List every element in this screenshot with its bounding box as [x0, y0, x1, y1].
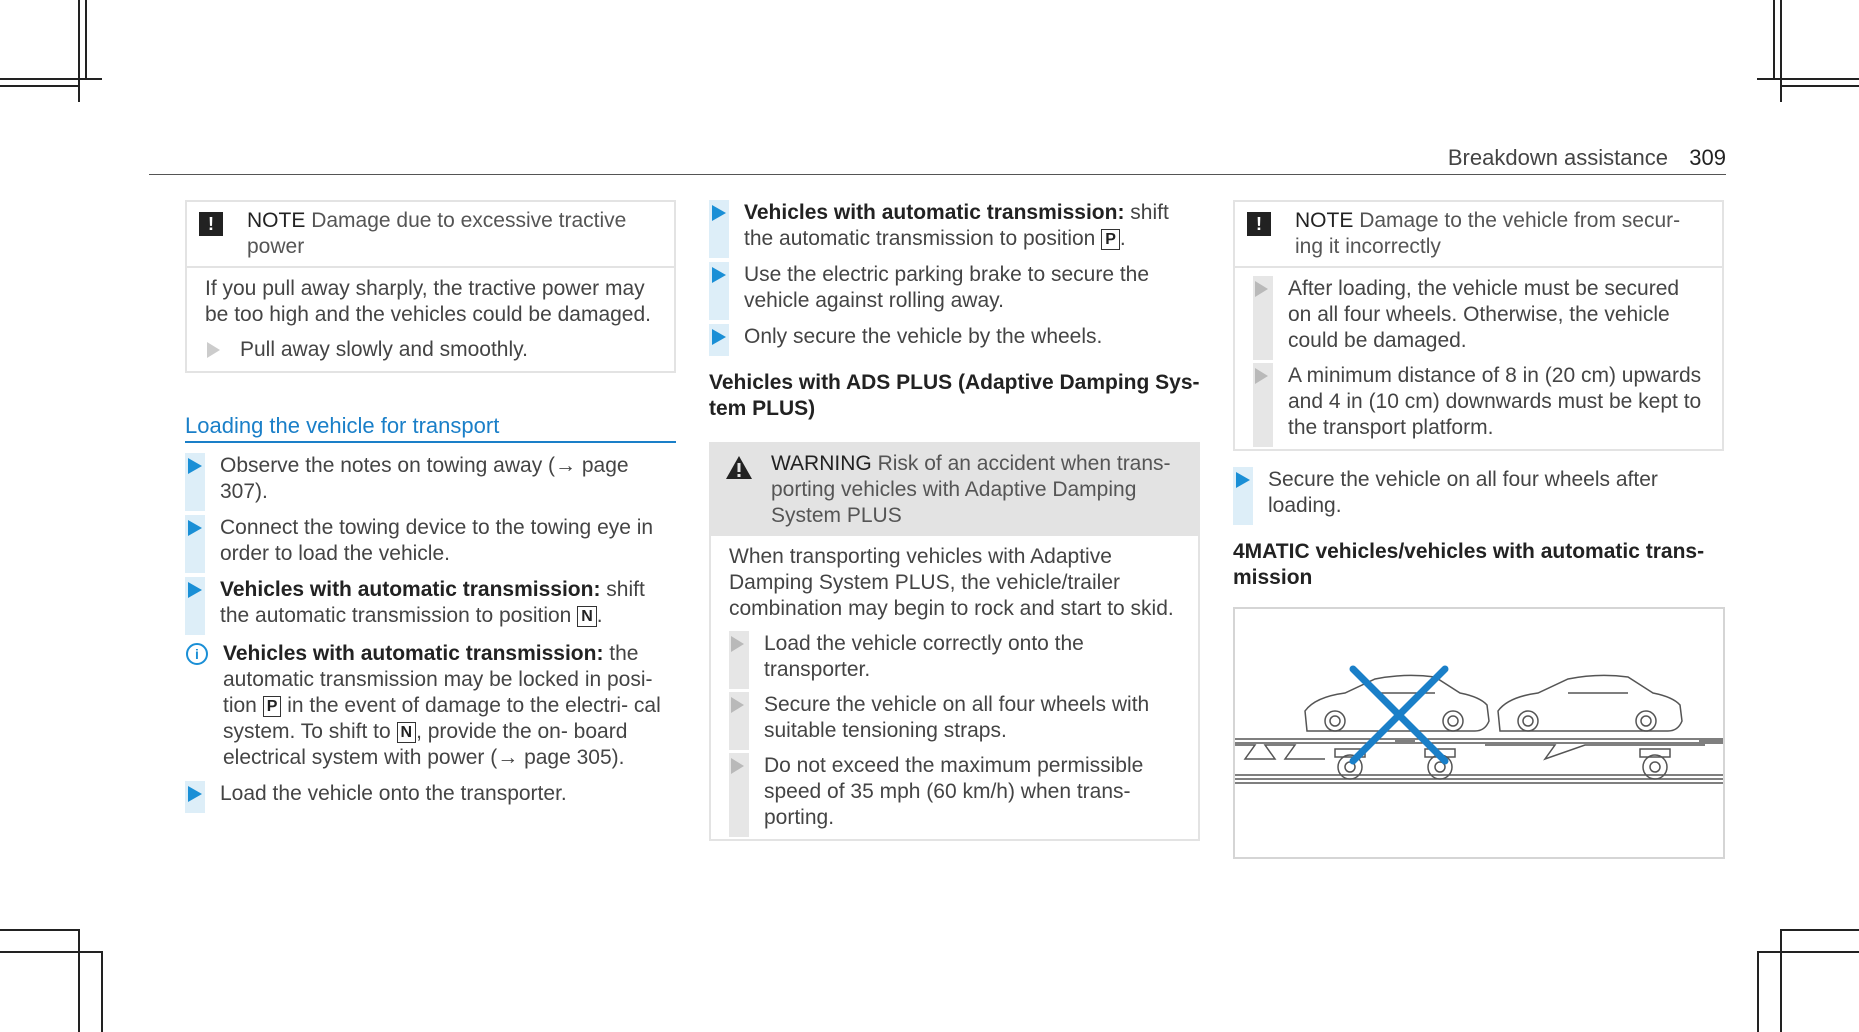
- step-bold: Vehicles with automatic transmission:: [220, 578, 601, 601]
- crop-mark: [101, 951, 103, 1032]
- crop-mark: [1780, 929, 1859, 931]
- crop-mark: [85, 0, 87, 80]
- note-header: ! NOTE Damage to the vehicle from secur-…: [1235, 202, 1722, 268]
- gear-p-key: P: [262, 696, 282, 717]
- instruction-step: Vehicles with automatic transmission: sh…: [709, 200, 1200, 258]
- warning-step: Secure the vehicle on all four wheels wi…: [729, 692, 1180, 750]
- crop-mark: [0, 78, 102, 80]
- instruction-step: Only secure the vehicle by the wheels.: [709, 324, 1200, 356]
- note-box: ! NOTE Damage to the vehicle from secur-…: [1233, 200, 1724, 451]
- step-arrow-icon: [188, 786, 202, 802]
- crop-mark: [0, 951, 102, 953]
- step-text: Secure the vehicle on all four wheels af…: [1268, 468, 1658, 517]
- step-text: Observe the notes on towing away (→ page…: [220, 454, 629, 503]
- warning-text: When transporting vehicles with Adaptive…: [729, 545, 1174, 620]
- note-step-text: After loading, the vehicle must be secur…: [1288, 277, 1680, 352]
- step-arrow-icon: [731, 636, 744, 652]
- note-step: Pull away slowly and smoothly.: [205, 337, 656, 363]
- note-label: NOTE: [247, 209, 306, 232]
- cross-mark-icon: [1349, 665, 1449, 765]
- step-arrow-icon: [207, 342, 220, 358]
- instruction-step: Secure the vehicle on all four wheels af…: [1233, 467, 1724, 525]
- instruction-step: Load the vehicle onto the transporter.: [185, 781, 676, 813]
- instruction-step: Use the electric parking brake to secure…: [709, 262, 1200, 320]
- crop-mark: [0, 929, 80, 931]
- column-left: ! NOTE Damage due to excessive tractive …: [185, 200, 676, 813]
- crop-mark: [0, 85, 80, 87]
- crop-mark: [1773, 0, 1775, 80]
- crop-mark: [1757, 951, 1759, 1032]
- warning-label: WARNING: [771, 452, 872, 475]
- note-body: After loading, the vehicle must be secur…: [1235, 268, 1722, 449]
- step-arrow-icon: [1255, 281, 1268, 297]
- instruction-step: Connect the towing device to the towing …: [185, 515, 676, 573]
- note-step: After loading, the vehicle must be secur…: [1253, 276, 1704, 360]
- step-arrow-icon: [712, 205, 726, 221]
- note-step-text: A minimum distance of 8 in (20 cm) upwar…: [1288, 364, 1702, 439]
- step-text: Use the electric parking brake to secure…: [744, 263, 1150, 312]
- note-box: ! NOTE Damage due to excessive tractive …: [185, 200, 676, 373]
- step-text: Load the vehicle onto the transporter.: [220, 782, 567, 805]
- step-arrow-icon: [731, 697, 744, 713]
- page-header: Breakdown assistance 309: [149, 145, 1726, 175]
- note-step-text: Pull away slowly and smoothly.: [240, 338, 528, 361]
- warning-step-text: Do not exceed the maximum permissible sp…: [764, 754, 1144, 829]
- car-transporter-diagram: [1235, 665, 1723, 784]
- page-number: 309: [1689, 145, 1726, 170]
- column-right: ! NOTE Damage to the vehicle from secur-…: [1233, 200, 1724, 591]
- info-icon: i: [186, 643, 208, 665]
- warning-step: Do not exceed the maximum permissible sp…: [729, 753, 1180, 837]
- gear-n-key: N: [577, 606, 597, 627]
- step-arrow-icon: [188, 458, 202, 474]
- warning-header: WARNING Risk of an accident when trans- …: [711, 444, 1198, 536]
- gear-p-key: P: [1101, 229, 1120, 250]
- warning-box: WARNING Risk of an accident when trans- …: [709, 442, 1200, 841]
- step-bold: Vehicles with automatic transmission:: [744, 201, 1125, 224]
- step-arrow-icon: [1236, 472, 1250, 488]
- step-arrow-icon: [712, 329, 726, 345]
- step-arrow-icon: [188, 520, 202, 536]
- subheading: Vehicles with ADS PLUS (Adaptive Damping…: [709, 371, 1200, 420]
- subheading: 4MATIC vehicles/vehicles with automatic …: [1233, 540, 1705, 589]
- crop-mark: [78, 0, 80, 102]
- crop-mark: [1780, 929, 1782, 1032]
- note-header: ! NOTE Damage due to excessive tractive …: [187, 202, 674, 268]
- section-title: Breakdown assistance: [1447, 145, 1668, 170]
- instruction-step: Observe the notes on towing away (→ page…: [185, 453, 676, 511]
- warning-step-text: Secure the vehicle on all four wheels wi…: [764, 693, 1150, 742]
- step-arrow-icon: [731, 758, 744, 774]
- instruction-step: Vehicles with automatic transmission: sh…: [185, 577, 676, 635]
- crop-mark: [1757, 78, 1859, 80]
- warning-icon: [726, 456, 752, 479]
- note-title: Damage to the vehicle from secur- ing it…: [1295, 209, 1681, 258]
- step-arrow-icon: [712, 267, 726, 283]
- note-icon: !: [199, 212, 223, 236]
- note-icon: !: [1247, 212, 1271, 236]
- info-bold: Vehicles with automatic transmission:: [223, 642, 604, 665]
- crop-mark: [78, 929, 80, 1032]
- column-middle: Vehicles with automatic transmission: sh…: [709, 200, 1200, 841]
- info-note: i Vehicles with automatic transmission: …: [185, 641, 676, 771]
- crop-mark: [1757, 951, 1859, 953]
- crop-mark: [1780, 85, 1859, 87]
- step-text: Only secure the vehicle by the wheels.: [744, 325, 1103, 348]
- note-body: If you pull away sharply, the tractive p…: [187, 268, 674, 371]
- note-label: NOTE: [1295, 209, 1354, 232]
- gear-n-key: N: [396, 722, 417, 743]
- transport-illustration: [1233, 607, 1725, 859]
- note-step: A minimum distance of 8 in (20 cm) upwar…: [1253, 363, 1704, 447]
- warning-step: Load the vehicle correctly onto the tran…: [729, 631, 1180, 689]
- step-arrow-icon: [188, 582, 202, 598]
- warning-body: When transporting vehicles with Adaptive…: [711, 536, 1198, 839]
- note-text: If you pull away sharply, the tractive p…: [205, 277, 651, 326]
- section-heading: Loading the vehicle for transport: [185, 413, 676, 443]
- warning-step-text: Load the vehicle correctly onto the tran…: [764, 632, 1084, 681]
- crop-mark: [1780, 0, 1782, 102]
- step-arrow-icon: [1255, 368, 1268, 384]
- step-text: Connect the towing device to the towing …: [220, 516, 654, 565]
